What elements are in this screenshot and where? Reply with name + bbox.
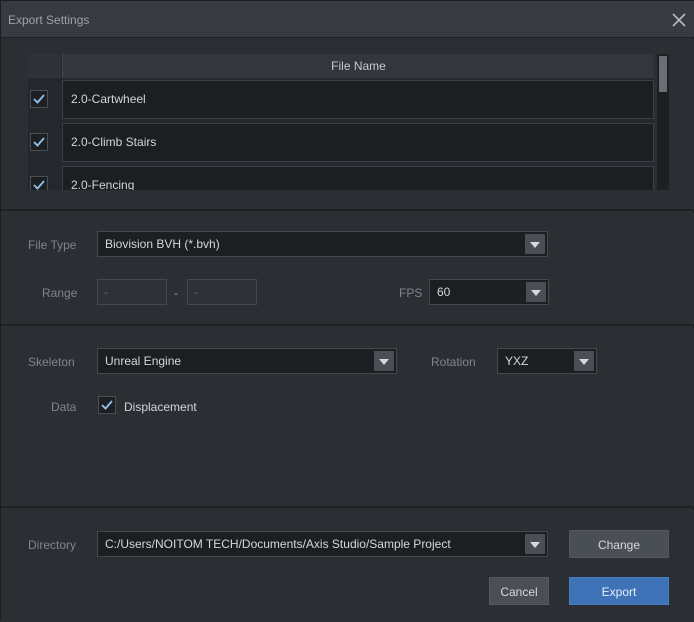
directory-select[interactable]: C:/Users/NOITOM TECH/Documents/Axis Stud…: [97, 531, 548, 557]
range-label: Range: [42, 286, 78, 300]
directory-path: C:/Users/NOITOM TECH/Documents/Axis Stud…: [105, 537, 451, 551]
cancel-button[interactable]: Cancel: [489, 577, 549, 605]
close-button[interactable]: [669, 10, 689, 30]
chevron-down-icon: [525, 534, 545, 554]
directory-section: Directory C:/Users/NOITOM TECH/Documents…: [1, 510, 694, 622]
rotation-label: Rotation: [431, 355, 476, 369]
skeleton-label: Skeleton: [28, 355, 75, 369]
file-table: File Name 2.0-Cartwheel 2.0-Climb Stairs…: [28, 54, 654, 190]
export-button[interactable]: Export: [569, 577, 669, 605]
dialog-title: Export Settings: [8, 13, 90, 27]
row-checkbox[interactable]: [30, 133, 48, 151]
skeleton-section: Skeleton Unreal Engine Rotation YXZ Data…: [1, 328, 694, 508]
file-name-column-header: File Name: [62, 54, 654, 78]
row-checkbox[interactable]: [30, 176, 48, 190]
format-section: File Type Biovision BVH (*.bvh) Range - …: [1, 213, 694, 326]
fps-label: FPS: [399, 286, 423, 300]
file-type-select[interactable]: Biovision BVH (*.bvh): [97, 231, 548, 257]
checkbox-column-header: [28, 54, 61, 78]
fps-value: 60: [437, 285, 451, 299]
data-label: Data: [51, 400, 77, 414]
table-row: 2.0-Fencing: [28, 164, 654, 190]
file-type-label: File Type: [28, 238, 77, 252]
chevron-down-icon: [526, 282, 546, 302]
skeleton-value: Unreal Engine: [105, 354, 182, 368]
checkmark-icon: [33, 137, 45, 147]
title-bar: Export Settings: [1, 1, 694, 38]
export-settings-dialog: Export Settings File Name 2.0-Cartwheel: [0, 0, 694, 622]
row-checkbox[interactable]: [30, 90, 48, 108]
file-type-value: Biovision BVH (*.bvh): [105, 237, 220, 251]
rotation-select[interactable]: YXZ: [497, 348, 597, 374]
chevron-down-icon: [525, 234, 545, 254]
file-name-cell[interactable]: 2.0-Fencing: [62, 166, 654, 190]
chevron-down-icon: [574, 351, 594, 371]
displacement-checkbox[interactable]: [98, 396, 116, 414]
checkmark-icon: [33, 180, 45, 190]
rotation-value: YXZ: [505, 354, 529, 368]
fps-select[interactable]: 60: [429, 279, 549, 305]
file-list-section: File Name 2.0-Cartwheel 2.0-Climb Stairs…: [1, 39, 694, 211]
range-separator: -: [174, 286, 178, 300]
skeleton-select[interactable]: Unreal Engine: [97, 348, 397, 374]
directory-label: Directory: [28, 538, 77, 552]
chevron-down-icon: [374, 351, 394, 371]
change-directory-button[interactable]: Change: [569, 530, 669, 558]
checkmark-icon: [101, 400, 113, 410]
range-start-input[interactable]: -: [97, 279, 167, 305]
file-name-cell[interactable]: 2.0-Climb Stairs: [62, 123, 654, 162]
displacement-label[interactable]: Displacement: [124, 400, 197, 414]
scrollbar-thumb[interactable]: [659, 56, 667, 92]
table-row: 2.0-Climb Stairs: [28, 121, 654, 163]
file-name-cell[interactable]: 2.0-Cartwheel: [62, 80, 654, 119]
checkmark-icon: [33, 94, 45, 104]
close-icon: [672, 13, 686, 27]
range-end-input[interactable]: -: [187, 279, 257, 305]
table-row: 2.0-Cartwheel: [28, 78, 654, 120]
file-list-scrollbar[interactable]: [657, 54, 669, 190]
